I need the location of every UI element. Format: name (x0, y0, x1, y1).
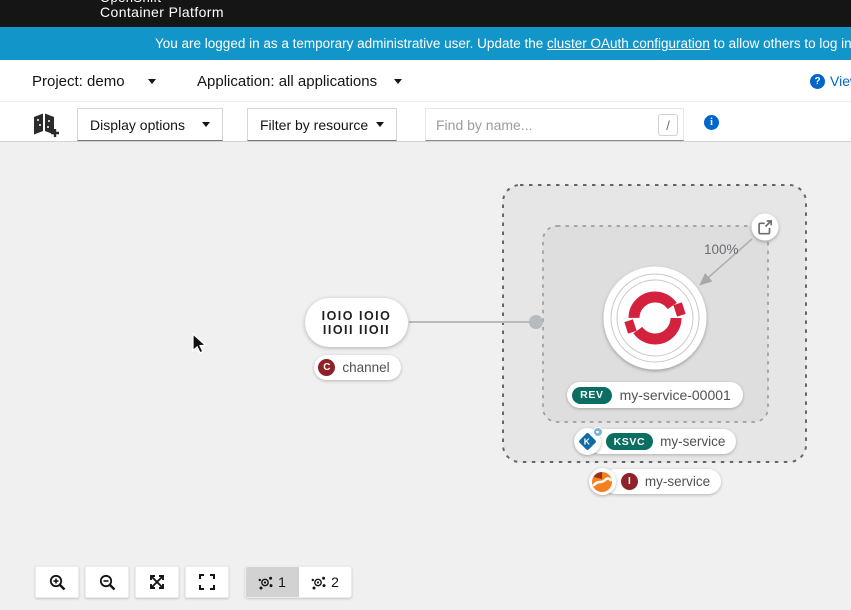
banner-suffix: to allow others to log in. (710, 36, 851, 51)
graph-selector: 1 2 (245, 566, 352, 598)
banner-prefix: You are logged in as a temporary adminis… (155, 36, 547, 51)
edge-endpoint-dot (529, 315, 543, 329)
reset-view-button[interactable] (185, 566, 229, 598)
integration-kind-badge: I (621, 473, 638, 490)
slash-shortcut-badge: / (658, 114, 678, 136)
zoom-in-button[interactable] (35, 566, 79, 598)
caret-down-icon (376, 122, 384, 127)
channel-binary-icon: IOIO IOIO (322, 309, 392, 323)
integration-label[interactable]: I my-service (603, 469, 721, 494)
project-menu[interactable]: Project: demo (32, 60, 156, 102)
knative-service-label[interactable]: KSVC my-service (588, 429, 737, 454)
topology-toolbar: Display options Filter by resource / i (0, 102, 851, 142)
revision-name: my-service-00001 (620, 387, 731, 403)
fit-to-screen-button[interactable] (135, 566, 179, 598)
cluster-oauth-link[interactable]: cluster OAuth configuration (547, 36, 710, 51)
filter-by-resource-label: Filter by resource (260, 117, 368, 133)
question-circle-icon: ? (810, 74, 825, 89)
application-menu[interactable]: Application: all applications (197, 60, 402, 102)
info-icon[interactable]: i (704, 115, 719, 130)
revision-node[interactable] (604, 267, 707, 370)
view-shortcuts-link[interactable]: ? View shortcuts (810, 60, 851, 102)
integration-name: my-service (645, 474, 710, 489)
mouse-cursor (192, 333, 209, 356)
find-by-name-input[interactable] (426, 109, 683, 140)
zoom-out-button[interactable] (85, 566, 129, 598)
topology-graph-icon (258, 575, 273, 590)
help-label: View shortcuts (830, 73, 851, 89)
display-options-label: Display options (90, 117, 185, 133)
expand-arrows-icon (149, 574, 165, 590)
revision-label[interactable]: REV my-service-00001 (567, 382, 743, 408)
graph-2-button[interactable]: 2 (298, 567, 351, 597)
graph-1-button[interactable]: 1 (246, 567, 298, 597)
channel-name: channel (342, 360, 389, 375)
quick-add-map-icon[interactable] (31, 112, 61, 138)
caret-down-icon (202, 122, 210, 127)
traffic-percent-label: 100% (704, 242, 739, 257)
zoom-in-icon (49, 574, 66, 591)
topology-graph-icon (311, 575, 326, 590)
project-label: Project: demo (32, 73, 125, 90)
zoom-out-icon (99, 574, 116, 591)
caret-down-icon (148, 79, 156, 84)
openshift-console: OpenShift Container Platform You are log… (0, 0, 851, 610)
channel-kind-badge: C (318, 359, 335, 376)
temporary-admin-banner: You are logged in as a temporary adminis… (0, 27, 851, 60)
caret-down-icon (394, 79, 402, 84)
open-url-decorator[interactable] (752, 214, 779, 241)
context-bar: Project: demo Application: all applicati… (0, 60, 851, 102)
masthead: OpenShift Container Platform (0, 0, 851, 27)
application-label: Application: all applications (197, 73, 377, 90)
ksvc-kind-badge: KSVC (606, 433, 654, 450)
channel-label[interactable]: C channel (314, 355, 400, 380)
knative-service-name: my-service (660, 434, 725, 449)
find-by-name-field: / (425, 108, 684, 141)
channel-node[interactable]: IOIO IOIO IIOII IIOII (305, 298, 408, 347)
corner-brackets-icon (199, 574, 215, 590)
knative-icon: K (574, 428, 601, 455)
camel-k-icon (589, 468, 616, 495)
knative-gear-decorator-icon (593, 427, 603, 437)
graph-2-label: 2 (331, 574, 339, 590)
banner-text: You are logged in as a temporary adminis… (155, 27, 851, 60)
display-options-dropdown[interactable]: Display options (77, 108, 223, 141)
logo-line-bottom: Container Platform (100, 4, 224, 20)
filter-by-resource-dropdown[interactable]: Filter by resource (247, 108, 397, 141)
revision-kind-badge: REV (572, 387, 611, 404)
topology-canvas[interactable]: IOIO IOIO IIOII IIOII C channel 100% REV… (0, 142, 851, 610)
channel-binary-icon: IIOII IIOII (323, 323, 390, 337)
graph-1-label: 1 (278, 574, 286, 590)
